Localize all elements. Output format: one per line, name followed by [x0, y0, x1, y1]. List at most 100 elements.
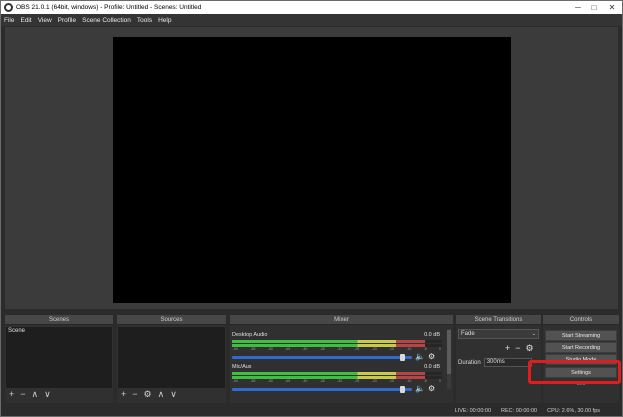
- title-bar: OBS 21.0.1 (64bit, windows) - Profile: U…: [1, 1, 622, 14]
- volume-meter: [232, 344, 442, 347]
- channel-db: 0.0 dB: [424, 332, 440, 338]
- obs-logo-icon: [4, 3, 13, 12]
- channel-db: 0.0 dB: [424, 364, 440, 370]
- move-down-icon[interactable]: ∨: [44, 389, 51, 400]
- speaker-icon[interactable]: 🔈: [415, 353, 425, 361]
- meter-tick-label: -15: [388, 347, 395, 351]
- meter-tick-label: -45: [284, 347, 291, 351]
- transitions-header: Scene Transitions: [456, 315, 541, 325]
- remove-icon[interactable]: −: [20, 389, 25, 400]
- transition-value: Fade: [461, 331, 475, 337]
- mixer-channel-mic-aux: Mic/Aux 0.0 dB -60 -55 -50 -45 -40 -35 -30 -25 -…: [232, 364, 442, 393]
- meter-tick-label: 0: [439, 347, 441, 351]
- meter-tick-label: -55: [250, 379, 256, 383]
- menu-scene-collection[interactable]: Scene Collection: [82, 17, 131, 24]
- move-up-icon[interactable]: ∧: [32, 389, 39, 400]
- controls-dock: Controls Start Streaming Start Recording…: [543, 315, 619, 403]
- menu-edit[interactable]: Edit: [20, 17, 31, 24]
- add-icon[interactable]: +: [9, 389, 14, 400]
- volume-slider[interactable]: [232, 353, 412, 361]
- gear-icon[interactable]: ⚙: [526, 343, 534, 354]
- maximize-button[interactable]: □: [586, 2, 602, 13]
- preview-area: [5, 27, 618, 309]
- scenes-list[interactable]: Scene: [6, 327, 112, 388]
- start-streaming-button[interactable]: Start Streaming: [545, 330, 617, 341]
- mixer-channel-desktop-audio: Desktop Audio 0.0 dB -60 -55 -50 -45 -40 -35 -…: [232, 332, 442, 361]
- remove-icon[interactable]: −: [515, 343, 520, 354]
- menu-file[interactable]: File: [4, 17, 14, 24]
- meter-ticks: -60 -55 -50 -45 -40 -35 -30 -25 -20 -15 -10 -5 0: [232, 347, 442, 352]
- meter-tick-label: -25: [354, 379, 360, 383]
- meter-tick-label: -50: [267, 347, 273, 351]
- menu-view[interactable]: View: [38, 17, 52, 24]
- transition-select[interactable]: Fade ⌄: [458, 329, 539, 339]
- meter-tick-label: -55: [250, 347, 256, 351]
- transitions-dock: Scene Transitions Fade ⌄ + − ⚙ Duration …: [456, 315, 541, 403]
- meter-tick-label: -60: [233, 347, 239, 351]
- meter-tick-label: -30: [336, 379, 343, 383]
- cpu-status: CPU: 2.6%, 30.00 fps: [547, 407, 600, 414]
- obs-window: OBS 21.0.1 (64bit, windows) - Profile: U…: [0, 0, 623, 417]
- scenes-header: Scenes: [5, 315, 113, 325]
- meter-tick-label: -35: [319, 379, 325, 383]
- meter-tick-label: -50: [267, 379, 273, 383]
- mixer-dock: Mixer Desktop Audio 0.0 dB -60 -55 -50 -45 -…: [230, 315, 453, 403]
- volume-meter: [232, 372, 442, 375]
- move-down-icon[interactable]: ∨: [170, 389, 177, 400]
- meter-tick-label: -30: [336, 347, 343, 351]
- window-title: OBS 21.0.1 (64bit, windows) - Profile: U…: [16, 4, 202, 11]
- meter-tick-label: -35: [319, 347, 325, 351]
- minimize-button[interactable]: ─: [570, 2, 586, 13]
- volume-slider[interactable]: [232, 385, 412, 393]
- menu-tools[interactable]: Tools: [137, 17, 152, 24]
- list-item[interactable]: Scene: [6, 327, 112, 336]
- meter-tick-label: -20: [371, 347, 377, 351]
- sources-toolbar: + − ⚙ ∧ ∨: [121, 389, 177, 400]
- menu-bar: File Edit View Profile Scene Collection …: [1, 14, 622, 26]
- meter-tick-label: 0: [439, 379, 441, 383]
- meter-tick-label: -10: [406, 347, 412, 351]
- sources-header: Sources: [117, 315, 226, 325]
- mixer-header: Mixer: [230, 315, 453, 325]
- transition-toolbar: + − ⚙: [505, 343, 534, 354]
- duration-label: Duration: [458, 359, 481, 366]
- add-icon[interactable]: +: [505, 343, 510, 354]
- start-recording-button[interactable]: Start Recording: [545, 342, 617, 353]
- meter-tick-label: -15: [388, 379, 395, 383]
- speaker-icon[interactable]: 🔈: [415, 385, 425, 393]
- gear-icon[interactable]: ⚙: [428, 385, 435, 393]
- menu-help[interactable]: Help: [158, 17, 171, 24]
- channel-name: Mic/Aux: [232, 364, 252, 370]
- gear-icon[interactable]: ⚙: [428, 353, 435, 361]
- meter-ticks: -60 -55 -50 -45 -40 -35 -30 -25 -20 -15 -10 -5 0: [232, 379, 442, 384]
- meter-tick-label: -60: [233, 379, 239, 383]
- duration-input[interactable]: 300ms: [483, 358, 532, 367]
- rec-status: REC: 00:00:00: [501, 407, 538, 414]
- menu-profile[interactable]: Profile: [58, 17, 76, 24]
- status-bar: LIVE: 00:00:00 REC: 00:00:00 CPU: 2.6%, …: [1, 405, 622, 416]
- meter-tick-label: -40: [302, 347, 308, 351]
- mixer-scrollbar[interactable]: [447, 329, 451, 389]
- meter-tick-label: -10: [406, 379, 412, 383]
- volume-meter: [232, 340, 442, 343]
- move-up-icon[interactable]: ∧: [158, 389, 165, 400]
- meter-tick-label: -40: [302, 379, 308, 383]
- gear-icon[interactable]: ⚙: [144, 389, 152, 400]
- controls-header: Controls: [543, 315, 619, 325]
- volume-meter: [232, 376, 442, 379]
- meter-tick-label: -45: [284, 379, 291, 383]
- remove-icon[interactable]: −: [132, 389, 137, 400]
- preview-canvas[interactable]: [113, 37, 511, 303]
- meter-tick-label: -20: [371, 379, 377, 383]
- chevron-down-icon: ⌄: [531, 331, 536, 337]
- scenes-toolbar: + − ∧ ∨: [9, 389, 51, 400]
- sources-list[interactable]: [118, 327, 225, 388]
- live-status: LIVE: 00:00:00: [454, 407, 492, 414]
- highlight-box: [528, 360, 621, 384]
- sources-dock: Sources + − ⚙ ∧ ∨: [117, 315, 226, 403]
- close-button[interactable]: ✕: [602, 2, 622, 13]
- channel-name: Desktop Audio: [232, 332, 268, 338]
- meter-tick-label: -25: [354, 347, 360, 351]
- duration-row: Duration 300ms: [458, 358, 532, 367]
- add-icon[interactable]: +: [121, 389, 126, 400]
